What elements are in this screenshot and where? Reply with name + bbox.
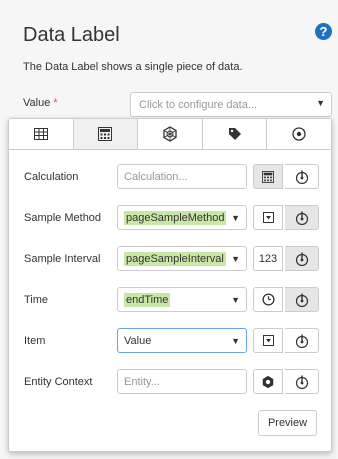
value-data-select[interactable]: Click to configure data... ▼ <box>130 92 332 117</box>
dial-icon <box>295 211 308 225</box>
chevron-down-icon: ▼ <box>231 336 240 346</box>
entity-context-label: Entity Context <box>24 376 93 388</box>
time-label: Time <box>24 294 49 306</box>
entity-picker-button[interactable] <box>253 369 283 394</box>
chevron-down-icon: ▼ <box>231 213 240 223</box>
dial-icon <box>295 293 308 307</box>
panel-title: Data Label <box>23 24 120 46</box>
target-icon <box>292 127 306 141</box>
clock-icon <box>261 293 275 306</box>
time-picker-button[interactable] <box>253 287 283 312</box>
item-dropdown-button[interactable] <box>253 328 283 353</box>
dial-icon <box>295 334 308 348</box>
preview-button[interactable]: Preview <box>258 410 317 436</box>
sample-interval-source-toggle[interactable] <box>285 246 319 271</box>
asset-icon <box>163 126 177 142</box>
sample-interval-value: pageSampleInterval <box>124 251 226 266</box>
chevron-down-icon: ▼ <box>231 254 240 264</box>
entity-context-input[interactable]: Entity... <box>117 369 247 394</box>
calculator-icon <box>262 170 274 183</box>
value-label: Value * <box>23 97 58 109</box>
item-value: Value <box>124 334 152 347</box>
help-icon[interactable]: ? <box>315 23 332 40</box>
tab-table[interactable] <box>9 119 74 149</box>
entity-context-source-toggle[interactable] <box>285 369 319 394</box>
data-label-panel: Data Label ? The Data Label shows a sing… <box>0 0 338 459</box>
calculation-source-toggle[interactable] <box>285 164 319 189</box>
sample-interval-select[interactable]: pageSampleInterval ▼ <box>117 246 247 271</box>
item-source-toggle[interactable] <box>285 328 319 353</box>
value-select-placeholder: Click to configure data... <box>139 99 258 111</box>
tab-target[interactable] <box>267 119 331 149</box>
chevron-down-icon: ▼ <box>231 295 240 305</box>
asset-icon <box>262 375 274 388</box>
data-config-dialog: Calculation Calculation... Sample Method… <box>8 118 332 452</box>
tab-tag[interactable] <box>202 119 268 149</box>
tab-calculation[interactable] <box>73 119 139 149</box>
calculation-label: Calculation <box>24 171 79 183</box>
dropdown-icon <box>262 335 274 346</box>
sample-interval-label: Sample Interval <box>24 253 101 265</box>
calculation-placeholder: Calculation... <box>124 170 188 183</box>
table-icon <box>33 128 48 140</box>
dropdown-icon <box>262 212 274 223</box>
tab-asset[interactable] <box>138 119 203 149</box>
value-label-text: Value <box>23 97 51 109</box>
dial-icon <box>295 170 308 184</box>
dial-icon <box>295 375 308 389</box>
dial-icon <box>295 252 308 266</box>
sample-method-source-toggle[interactable] <box>285 205 319 230</box>
item-select[interactable]: Value ▼ <box>117 328 247 353</box>
required-marker: * <box>53 97 58 109</box>
calculation-input[interactable]: Calculation... <box>117 164 247 189</box>
panel-description: The Data Label shows a single piece of d… <box>23 61 243 73</box>
item-label: Item <box>24 335 46 347</box>
sample-method-dropdown-button[interactable] <box>253 205 283 230</box>
sample-method-value: pageSampleMethod <box>124 210 227 225</box>
sample-method-select[interactable]: pageSampleMethod ▼ <box>117 205 247 230</box>
tag-icon <box>228 128 241 140</box>
source-tabs <box>9 119 331 150</box>
chevron-down-icon: ▼ <box>316 98 325 108</box>
time-source-toggle[interactable] <box>285 287 319 312</box>
entity-context-placeholder: Entity... <box>124 375 160 388</box>
calculator-button[interactable] <box>253 164 283 189</box>
sample-interval-number-button[interactable]: 123 <box>253 246 283 271</box>
sample-method-label: Sample Method <box>24 212 102 224</box>
time-select[interactable]: endTime ▼ <box>117 287 247 312</box>
time-value: endTime <box>124 292 171 307</box>
calculator-icon <box>98 127 113 141</box>
